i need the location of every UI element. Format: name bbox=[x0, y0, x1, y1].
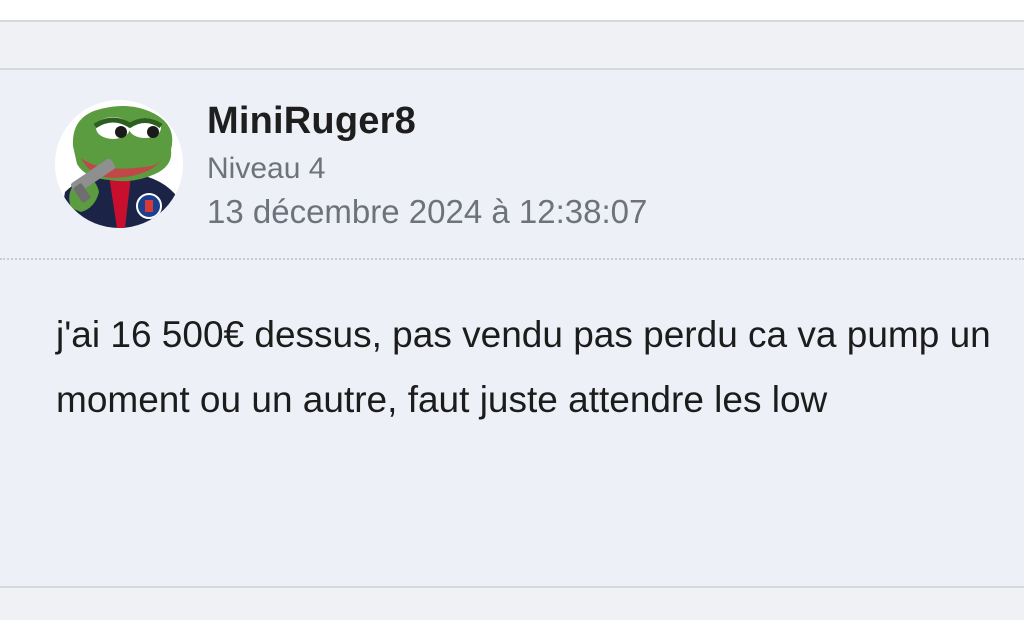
spacer-bottom bbox=[0, 588, 1024, 620]
post-message: j'ai 16 500€ dessus, pas vendu pas perdu… bbox=[56, 314, 991, 420]
author-level: Niveau 4 bbox=[207, 152, 326, 185]
post-timestamp[interactable]: 13 décembre 2024 à 12:38:07 bbox=[207, 193, 647, 231]
author-username[interactable]: MiniRuger8 bbox=[207, 100, 416, 143]
forum-post: MiniRuger8 Niveau 4 13 décembre 2024 à 1… bbox=[0, 68, 1024, 588]
top-bar bbox=[0, 0, 1024, 22]
divider bbox=[0, 258, 1024, 260]
avatar[interactable] bbox=[55, 100, 183, 228]
spacer bbox=[0, 22, 1024, 68]
frog-avatar-icon bbox=[55, 100, 183, 228]
